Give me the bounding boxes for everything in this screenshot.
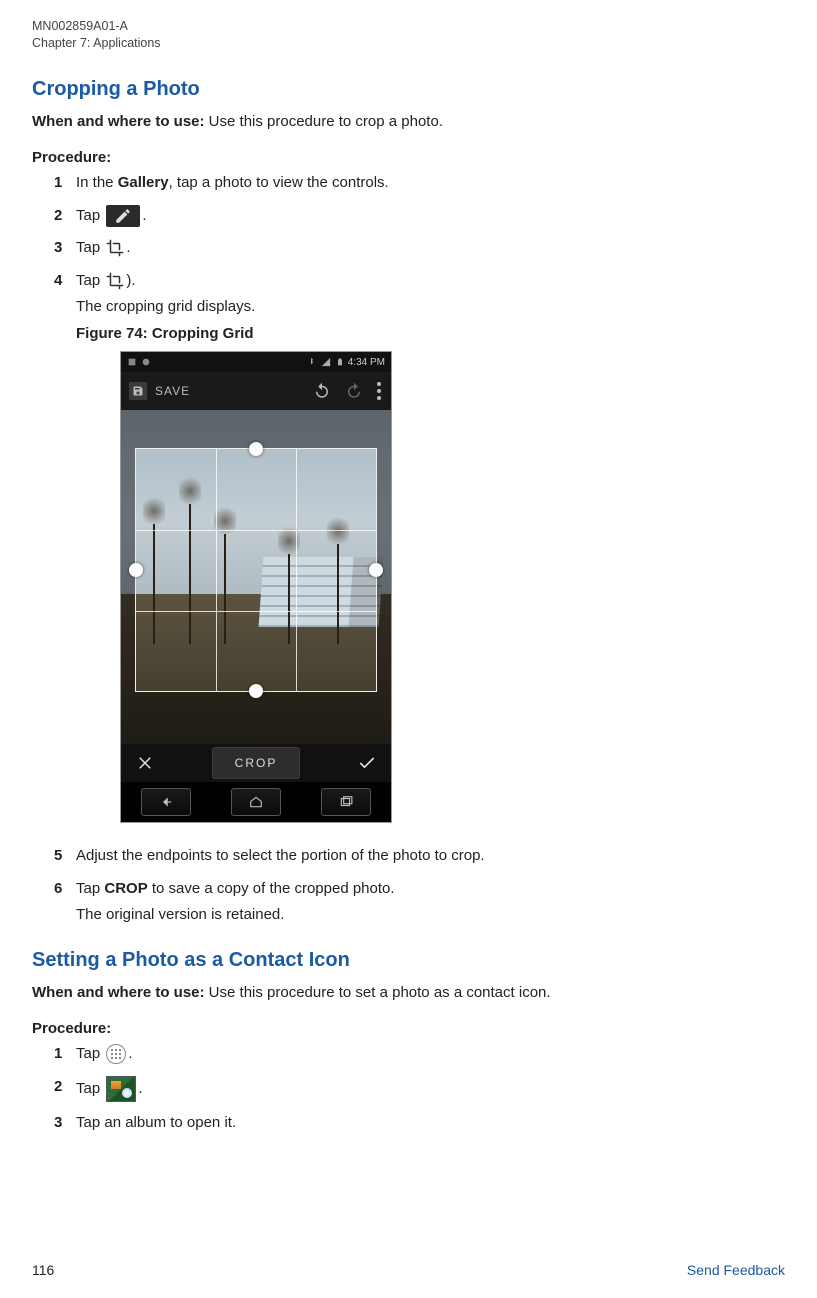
step-number: 1 — [54, 172, 76, 195]
text: Tap — [76, 880, 104, 897]
crop-handle-top — [249, 442, 263, 456]
text: Tap — [76, 239, 104, 256]
step-number: 3 — [54, 237, 76, 260]
bluetooth-icon — [306, 357, 316, 367]
doc-id: MN002859A01-A — [32, 18, 785, 35]
step-6-sub: The original version is retained. — [76, 904, 785, 927]
android-nav-bar — [121, 782, 391, 822]
text-bold: Gallery — [118, 174, 169, 191]
crop-icon — [106, 272, 124, 290]
text: Tap — [76, 1045, 104, 1062]
undo-icon — [313, 382, 331, 400]
text: to save a copy of the cropped photo. — [148, 880, 395, 897]
page: MN002859A01-A Chapter 7: Applications Cr… — [0, 0, 817, 1298]
when-where-line-1: When and where to use: Use this procedur… — [32, 111, 785, 134]
photo-canvas — [121, 410, 391, 744]
step-1b: 1 Tap . — [54, 1043, 785, 1066]
chapter-label: Chapter 7: Applications — [32, 35, 785, 52]
step-4-sub: The cropping grid displays. — [76, 296, 785, 319]
step-number: 5 — [54, 845, 76, 868]
step-1-content: In the Gallery, tap a photo to view the … — [76, 172, 785, 195]
notification-icon — [141, 357, 151, 367]
step-1b-content: Tap . — [76, 1043, 785, 1066]
text: , tap a photo to view the controls. — [169, 174, 389, 191]
status-time: 4:34 PM — [348, 355, 385, 370]
crop-handle-right — [369, 563, 383, 577]
procedure-list-2: 1 Tap . 2 Tap . 3 Tap an album to open i… — [54, 1043, 785, 1134]
crop-handle-left — [129, 563, 143, 577]
step-6-content: Tap CROP to save a copy of the cropped p… — [76, 878, 785, 927]
step-5-content: Adjust the endpoints to select the porti… — [76, 845, 785, 868]
signal-icon — [320, 357, 332, 367]
section-title-contact-icon: Setting a Photo as a Contact Icon — [32, 949, 785, 972]
redo-icon — [345, 382, 363, 400]
section-title-cropping: Cropping a Photo — [32, 78, 785, 101]
step-number: 4 — [54, 270, 76, 293]
notification-icon — [127, 357, 137, 367]
step-4: 4 Tap ). The cropping grid displays. Fig… — [54, 270, 785, 836]
text: Tap — [76, 272, 104, 289]
save-label: SAVE — [155, 382, 190, 400]
procedure-label-2: Procedure: — [32, 1020, 785, 1037]
step-5: 5 Adjust the endpoints to select the por… — [54, 845, 785, 868]
procedure-label-1: Procedure: — [32, 149, 785, 166]
step-number: 3 — [54, 1112, 76, 1135]
when-where-text: Use this procedure to set a photo as a c… — [205, 984, 551, 1001]
step-2b-content: Tap . — [76, 1076, 785, 1102]
step-4-content: Tap ). The cropping grid displays. Figur… — [76, 270, 785, 836]
step-6: 6 Tap CROP to save a copy of the cropped… — [54, 878, 785, 927]
apps-drawer-icon — [106, 1044, 126, 1064]
when-where-label: When and where to use: — [32, 113, 205, 130]
battery-icon — [336, 356, 344, 368]
save-floppy-icon — [129, 382, 147, 400]
send-feedback-link[interactable]: Send Feedback — [687, 1262, 785, 1278]
phone-screenshot: 4:34 PM SAVE — [120, 351, 392, 823]
figure-caption: Figure 74: Cropping Grid — [76, 323, 785, 346]
nav-back-icon — [141, 788, 191, 816]
step-3: 3 Tap . — [54, 237, 785, 260]
text: . — [126, 239, 130, 256]
status-bar: 4:34 PM — [121, 352, 391, 372]
crop-handle-bottom — [249, 684, 263, 698]
when-where-label: When and where to use: — [32, 984, 205, 1001]
cancel-x-icon — [121, 754, 169, 772]
page-number: 116 — [32, 1262, 54, 1278]
app-bar: SAVE — [121, 372, 391, 410]
crop-icon — [106, 239, 124, 257]
text: . — [138, 1080, 142, 1097]
step-number: 2 — [54, 1076, 76, 1099]
step-3b-content: Tap an album to open it. — [76, 1112, 785, 1135]
step-2-content: Tap . — [76, 205, 785, 228]
figure-74: 4:34 PM SAVE — [120, 351, 785, 823]
text: In the — [76, 174, 118, 191]
step-number: 6 — [54, 878, 76, 901]
step-3b: 3 Tap an album to open it. — [54, 1112, 785, 1135]
text: Tap — [76, 207, 104, 224]
step-1: 1 In the Gallery, tap a photo to view th… — [54, 172, 785, 195]
step-3-content: Tap . — [76, 237, 785, 260]
nav-home-icon — [231, 788, 281, 816]
pencil-edit-icon — [106, 205, 140, 227]
step-number: 1 — [54, 1043, 76, 1066]
crop-button: CROP — [212, 747, 301, 779]
overflow-menu-icon — [377, 382, 381, 400]
crop-bottom-bar: CROP — [121, 744, 391, 782]
confirm-check-icon — [343, 753, 391, 773]
step-number: 2 — [54, 205, 76, 228]
gallery-app-icon — [106, 1076, 136, 1102]
text: Tap — [76, 1080, 104, 1097]
text: . — [142, 207, 146, 224]
step-2b: 2 Tap . — [54, 1076, 785, 1102]
when-where-line-2: When and where to use: Use this procedur… — [32, 982, 785, 1005]
step-2: 2 Tap . — [54, 205, 785, 228]
nav-recent-icon — [321, 788, 371, 816]
when-where-text: Use this procedure to crop a photo. — [205, 113, 443, 130]
crop-grid — [135, 448, 377, 692]
procedure-list-1: 1 In the Gallery, tap a photo to view th… — [54, 172, 785, 927]
text: ). — [126, 272, 135, 289]
text-bold: CROP — [104, 880, 147, 897]
page-footer: 116 Send Feedback — [32, 1262, 785, 1278]
text: . — [128, 1045, 132, 1062]
